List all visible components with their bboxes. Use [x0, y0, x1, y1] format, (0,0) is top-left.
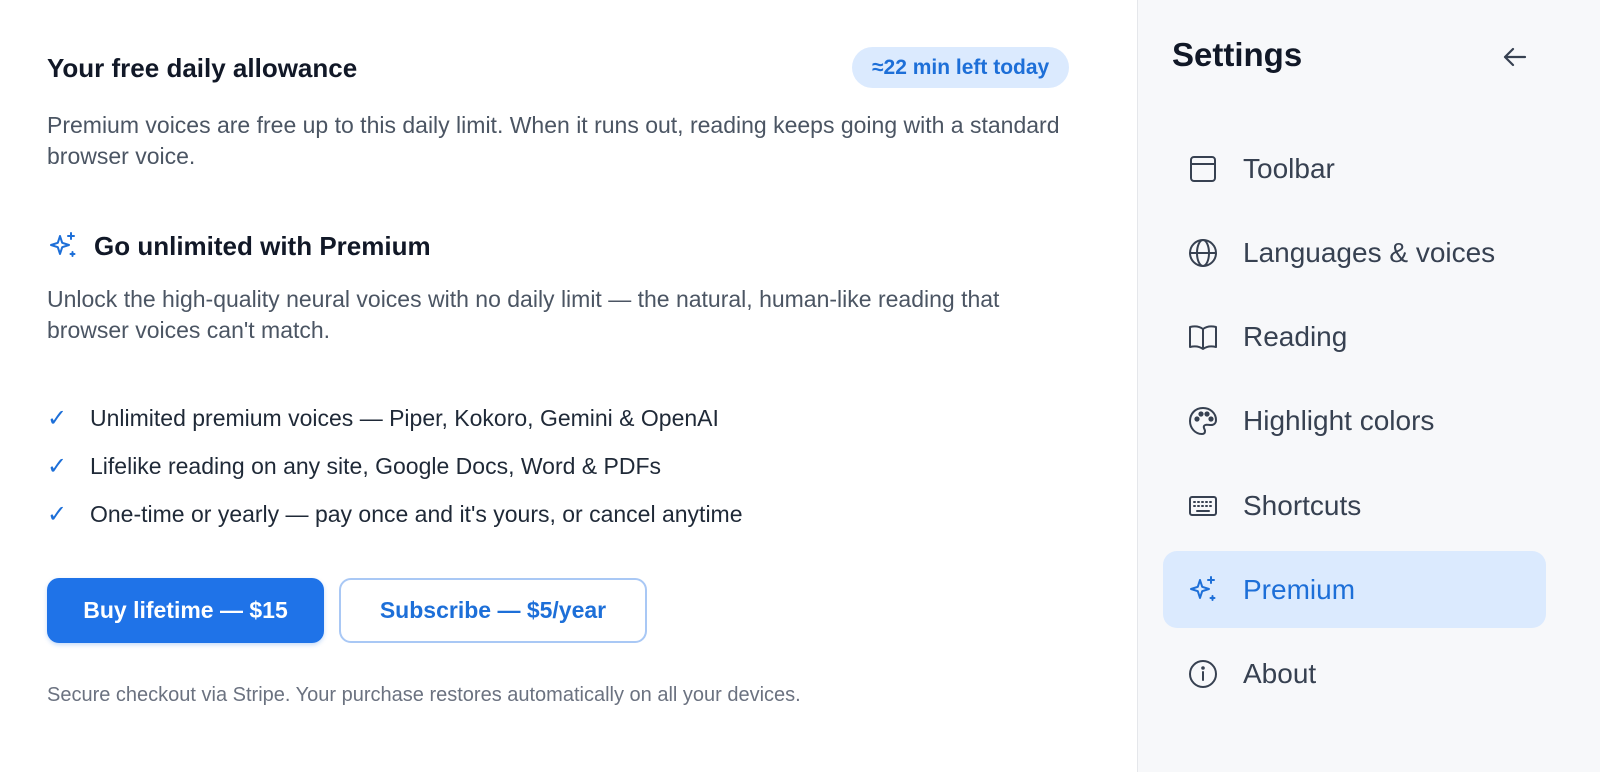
subscribe-yearly-button[interactable]: Subscribe — $5/year: [339, 578, 647, 643]
sidebar-item-label: About: [1243, 657, 1317, 689]
arrow-left-icon: [1500, 42, 1530, 72]
feature-text: Unlimited premium voices — Piper, Kokoro…: [90, 404, 719, 431]
sidebar-item-about[interactable]: About: [1163, 635, 1546, 712]
list-item: ✓ Unlimited premium voices — Piper, Koko…: [47, 394, 743, 442]
allowance-title: Your free daily allowance: [47, 53, 358, 83]
settings-title: Settings: [1172, 36, 1303, 73]
keyboard-icon: [1187, 490, 1219, 522]
sidebar-item-premium[interactable]: Premium: [1163, 551, 1546, 628]
check-icon: ✓: [47, 404, 68, 432]
back-button[interactable]: [1498, 40, 1532, 74]
sidebar-item-highlight-colors[interactable]: Highlight colors: [1163, 382, 1546, 459]
checkout-note: Secure checkout via Stripe. Your purchas…: [47, 684, 801, 706]
sidebar-item-languages-voices[interactable]: Languages & voices: [1163, 214, 1546, 291]
sidebar-item-label: Languages & voices: [1243, 236, 1496, 268]
feature-text: Lifelike reading on any site, Google Doc…: [90, 452, 662, 479]
feature-text: One-time or yearly — pay once and it's y…: [90, 500, 743, 527]
sidebar-item-shortcuts[interactable]: Shortcuts: [1163, 467, 1546, 544]
premium-panel: Your free daily allowance ≈22 min left t…: [0, 0, 1137, 772]
sidebar-item-label: Shortcuts: [1243, 489, 1362, 521]
allowance-description: Premium voices are free up to this daily…: [47, 112, 1060, 169]
settings-sidebar: Settings Toolbar Languages & voices Read…: [1137, 0, 1600, 772]
sidebar-item-toolbar[interactable]: Toolbar: [1163, 130, 1546, 207]
check-icon: ✓: [47, 500, 68, 528]
list-item: ✓ One-time or yearly — pay once and it's…: [47, 490, 743, 538]
info-icon: [1187, 658, 1219, 690]
globe-icon: [1187, 237, 1219, 269]
time-left-badge: ≈22 min left today: [852, 47, 1070, 88]
feature-list: ✓ Unlimited premium voices — Piper, Koko…: [47, 394, 743, 538]
sidebar-item-reading[interactable]: Reading: [1163, 298, 1546, 375]
sidebar-item-label: Highlight colors: [1243, 404, 1435, 436]
sidebar-item-label: Reading: [1243, 320, 1348, 352]
sidebar-item-label: Premium: [1243, 573, 1356, 605]
list-item: ✓ Lifelike reading on any site, Google D…: [47, 442, 743, 490]
sparkles-icon: [47, 230, 79, 262]
premium-heading: Go unlimited with Premium: [47, 230, 431, 262]
premium-description: Unlock the high-quality neural voices wi…: [47, 286, 1000, 343]
toolbar-icon: [1187, 153, 1219, 185]
sidebar-item-label: Toolbar: [1243, 152, 1335, 184]
check-icon: ✓: [47, 452, 68, 480]
buy-lifetime-button[interactable]: Buy lifetime — $15: [47, 578, 324, 643]
palette-icon: [1187, 405, 1219, 437]
premium-title: Go unlimited with Premium: [94, 230, 431, 261]
sparkles-icon: [1187, 574, 1219, 606]
book-icon: [1187, 321, 1219, 353]
